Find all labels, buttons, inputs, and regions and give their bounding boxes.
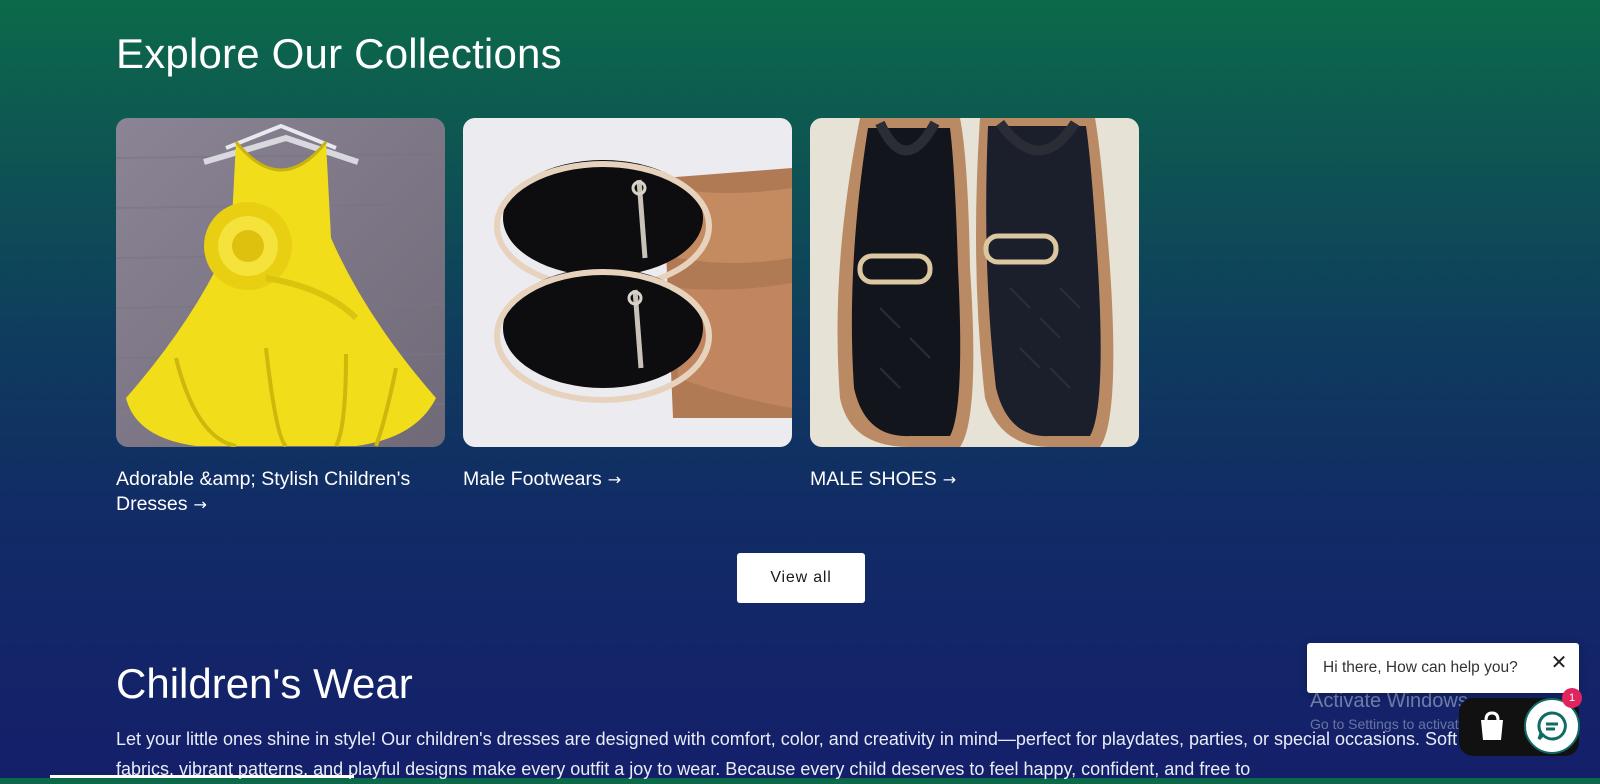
arrow-right-icon: →	[942, 470, 957, 489]
childrens-wear-title: Children's Wear	[116, 660, 413, 707]
collection-card-male-shoes[interactable]: MALE SHOES →	[810, 118, 1139, 492]
collections-title: Explore Our Collections	[116, 30, 562, 77]
arrow-right-icon: →	[193, 495, 207, 514]
black-monogram-loafers-image[interactable]	[810, 118, 1139, 447]
collection-link-male-shoes[interactable]: MALE SHOES →	[810, 467, 1139, 492]
collection-link-male-footwears[interactable]: Male Footwears →	[463, 467, 792, 492]
collection-label: Male Footwears	[463, 468, 602, 490]
close-icon[interactable]: ✕	[1549, 653, 1569, 673]
collection-label: MALE SHOES	[810, 468, 937, 490]
chat-bubble-icon	[1537, 711, 1567, 741]
activate-windows-watermark-title: Activate Windows	[1310, 690, 1468, 712]
arrow-right-icon: →	[607, 470, 622, 489]
collection-label: Adorable &amp; Stylish Children's Dresse…	[116, 468, 411, 515]
collection-link-childrens-dresses[interactable]: Adorable &amp; Stylish Children's Dresse…	[116, 467, 445, 517]
shopping-bag-icon	[1481, 711, 1503, 740]
yellow-dress-image[interactable]	[116, 118, 445, 447]
black-loafers-feet-image[interactable]	[463, 118, 792, 447]
notification-badge: 1	[1562, 688, 1582, 708]
chat-greeting-text: Hi there, How can help you?	[1323, 659, 1518, 676]
view-all-button[interactable]: View all	[737, 553, 865, 603]
collection-card-male-footwears[interactable]: Male Footwears →	[463, 118, 792, 492]
chat-greeting-bubble[interactable]: Hi there, How can help you? ✕	[1307, 643, 1579, 693]
collection-card-childrens-dresses[interactable]: Adorable &amp; Stylish Children's Dresse…	[116, 118, 445, 517]
